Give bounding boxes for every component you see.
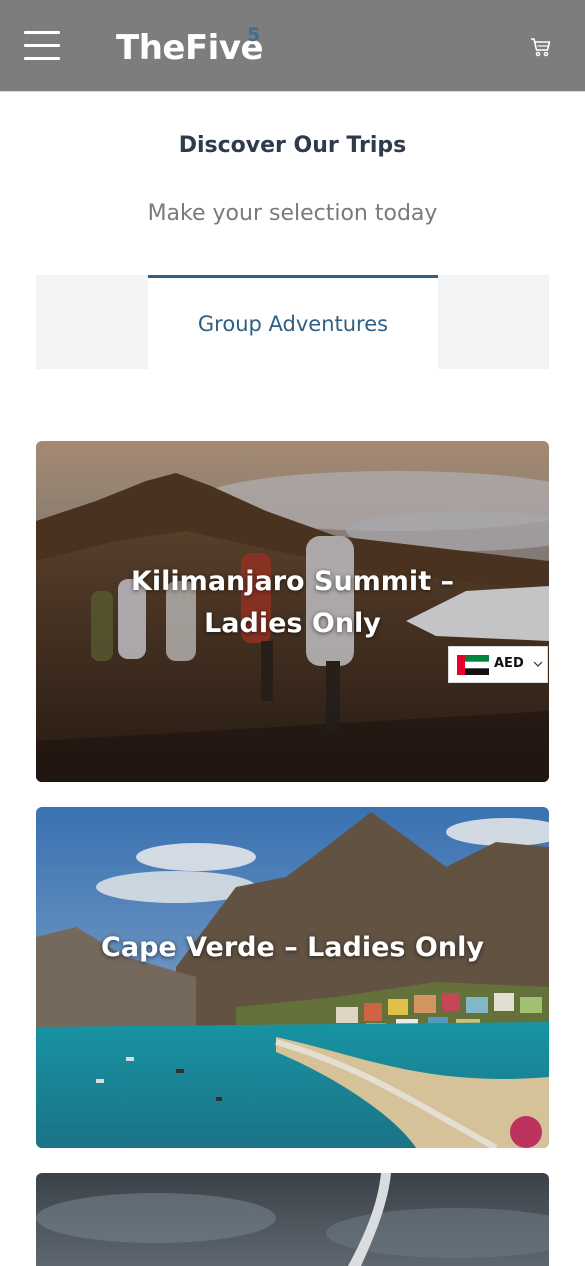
trip-card-3[interactable] [36, 1173, 549, 1266]
trip-title: Cape Verde – Ladies Only [101, 932, 484, 963]
cart-icon[interactable] [530, 36, 552, 58]
currency-selector[interactable]: AED [448, 646, 548, 683]
trip-card-cape-verde[interactable]: Cape Verde – Ladies Only [36, 807, 549, 1148]
trip-card-kilimanjaro[interactable]: Kilimanjaro Summit – Ladies Only [36, 441, 549, 782]
tab-group-adventures[interactable]: Group Adventures [148, 275, 438, 369]
uae-flag-icon [457, 655, 489, 675]
trip-title-line-1: Kilimanjaro Summit – [131, 566, 454, 597]
currency-code: AED [494, 656, 524, 671]
page-title: Discover Our Trips [178, 133, 407, 158]
page-subtitle: Make your selection today [147, 201, 438, 226]
hamburger-menu-icon[interactable] [24, 31, 60, 61]
trip-image-3 [36, 1173, 549, 1266]
trip-image-cape-verde [36, 807, 549, 1148]
logo-superscript: 5 [247, 24, 261, 46]
site-logo[interactable]: TheFive 5 [116, 24, 264, 70]
chevron-down-icon [533, 661, 543, 667]
trip-title-line-2: Ladies Only [204, 608, 381, 639]
trip-category-tabs: Group Adventures [36, 275, 549, 369]
site-header: TheFive 5 [0, 0, 585, 92]
trip-title: Kilimanjaro Summit – Ladies Only [36, 561, 549, 645]
logo-text: TheFive [116, 28, 264, 68]
